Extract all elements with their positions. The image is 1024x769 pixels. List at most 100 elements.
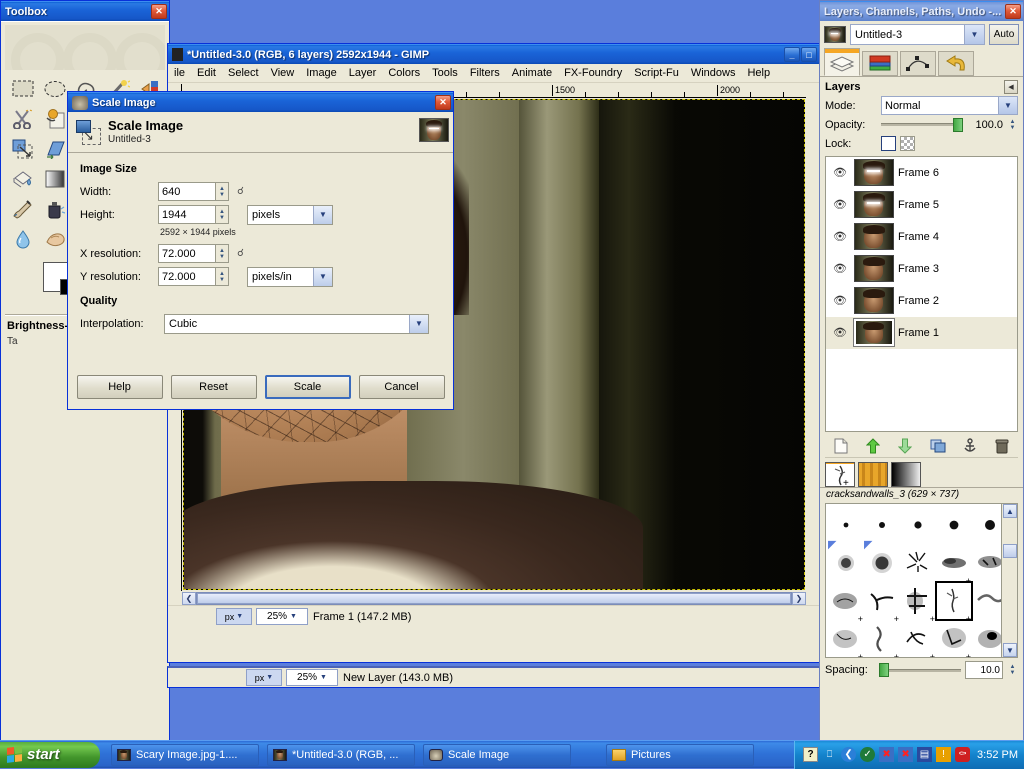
menu-item-colors[interactable]: Colors	[382, 65, 426, 81]
dialog-titlebar[interactable]: Scale Image ✕	[68, 92, 453, 112]
layers-tab[interactable]	[824, 48, 860, 76]
taskbar-item-pictures[interactable]: Pictures	[606, 743, 754, 766]
menu-item-select[interactable]: Select	[222, 65, 265, 81]
brush-grid[interactable]: ◤ ◤ + + + + + + + + + + + +	[825, 503, 1018, 658]
help-button[interactable]: Help	[76, 375, 163, 399]
list-item[interactable]: +	[936, 544, 972, 586]
table-row[interactable]: 👁 Frame 4	[826, 221, 1017, 253]
height-input[interactable]: 1944	[158, 205, 216, 224]
cancel-button[interactable]: Cancel	[358, 375, 445, 399]
scale-tool[interactable]	[7, 134, 39, 164]
width-stepper[interactable]: ▲ ▼	[216, 182, 229, 201]
menu-item-help[interactable]: Help	[741, 65, 776, 81]
list-item[interactable]: +	[828, 582, 864, 624]
zoom-selector-secondary[interactable]: 25% ▼	[286, 669, 338, 686]
list-item[interactable]: +	[936, 620, 972, 657]
network-disconnected-icon[interactable]: ✖	[879, 747, 895, 762]
width-input[interactable]: 640	[158, 182, 216, 201]
close-icon[interactable]: ✕	[435, 95, 451, 110]
size-unit-select[interactable]: pixels ▼	[247, 204, 333, 225]
list-item[interactable]: ◤	[828, 539, 864, 582]
taskbar-item-scary-image[interactable]: Scary Image.jpg-1....	[111, 743, 259, 766]
mode-select[interactable]: Normal ▼	[881, 96, 1018, 115]
interpolation-select[interactable]: Cubic ▼	[164, 313, 429, 334]
image-select[interactable]: Untitled-3 ▼	[850, 24, 985, 45]
table-row[interactable]: 👁 Frame 2	[826, 285, 1017, 317]
security-center-icon[interactable]: ⚰	[955, 747, 971, 762]
x-resolution-stepper[interactable]: ▲ ▼	[216, 244, 229, 263]
raise-layer-button[interactable]	[862, 436, 884, 456]
opacity-stepper[interactable]: ▲ ▼	[1007, 119, 1018, 131]
clock[interactable]: 3:52 PM	[977, 749, 1018, 761]
opacity-slider[interactable]	[881, 117, 963, 132]
menu-item-edit[interactable]: Edit	[191, 65, 222, 81]
unit-selector[interactable]: px ▼	[216, 608, 252, 625]
zoom-selector[interactable]: 25% ▼	[256, 608, 308, 625]
network-activity-icon[interactable]: ⎕	[822, 747, 837, 762]
bucket-fill-tool[interactable]	[7, 164, 39, 194]
height-stepper[interactable]: ▲ ▼	[216, 205, 229, 224]
channels-tab[interactable]	[862, 51, 898, 76]
new-layer-button[interactable]	[830, 436, 852, 456]
list-item[interactable]	[936, 506, 972, 544]
scale-button[interactable]: Scale	[264, 375, 351, 399]
image-window-titlebar[interactable]: *Untitled-3.0 (RGB, 6 layers) 2592x1944 …	[168, 44, 819, 64]
paths-tab[interactable]	[900, 51, 936, 76]
list-item[interactable]: +	[935, 581, 973, 624]
dock-titlebar[interactable]: Layers, Channels, Paths, Undo -... ✕	[820, 1, 1023, 21]
scroll-down-icon[interactable]: ▼	[1003, 643, 1017, 657]
spacing-stepper[interactable]: ▲ ▼	[1007, 664, 1018, 676]
close-icon[interactable]: ✕	[151, 4, 167, 19]
eye-icon[interactable]: 👁	[830, 294, 850, 307]
table-row[interactable]: 👁 Frame 5	[826, 189, 1017, 221]
collapse-icon[interactable]: ◀	[1004, 80, 1018, 94]
menu-item-image[interactable]: Image	[300, 65, 343, 81]
resolution-unit-select[interactable]: pixels/in ▼	[247, 266, 333, 287]
menu-item-tools[interactable]: Tools	[426, 65, 464, 81]
windows-update-icon[interactable]: ▤	[917, 747, 933, 762]
eye-icon[interactable]: 👁	[830, 262, 850, 275]
scroll-up-icon[interactable]: ▲	[1003, 504, 1017, 518]
list-item[interactable]: ◤	[864, 539, 900, 582]
scroll-right-icon[interactable]: ❯	[792, 591, 806, 605]
network-disconnected-2-icon[interactable]: ✖	[898, 747, 914, 762]
spacing-input[interactable]: 10.0	[965, 661, 1003, 679]
menu-item-fx-foundry[interactable]: FX-Foundry	[558, 65, 628, 81]
y-resolution-stepper[interactable]: ▲ ▼	[216, 267, 229, 286]
x-resolution-input[interactable]: 72.000	[158, 244, 216, 263]
unit-selector-secondary[interactable]: px ▼	[246, 669, 282, 686]
toolbox-titlebar[interactable]: Toolbox ✕	[1, 1, 169, 21]
patterns-tab[interactable]	[858, 462, 888, 487]
delete-layer-button[interactable]	[991, 436, 1013, 456]
horizontal-scrollbar[interactable]: ❮ ❯	[182, 591, 806, 605]
spacing-slider[interactable]	[879, 663, 961, 677]
gradients-tab[interactable]	[891, 462, 921, 487]
reset-button[interactable]: Reset	[170, 375, 257, 399]
brush-scrollbar[interactable]: ▲ ▼	[1001, 504, 1017, 657]
brushes-tab[interactable]: +	[825, 462, 855, 487]
menu-item-layer[interactable]: Layer	[343, 65, 383, 81]
duplicate-layer-button[interactable]	[927, 436, 949, 456]
y-resolution-input[interactable]: 72.000	[158, 267, 216, 286]
chain-link-icon[interactable]: ☌	[234, 248, 247, 259]
table-row[interactable]: 👁 Frame 1	[826, 317, 1017, 349]
warning-icon[interactable]: !	[936, 747, 952, 762]
scissors-select-tool[interactable]	[7, 104, 39, 134]
blur-sharpen-tool[interactable]	[7, 224, 39, 254]
list-item[interactable]	[900, 544, 936, 582]
close-icon[interactable]: ✕	[1005, 4, 1021, 19]
antivirus-icon[interactable]: ✓	[860, 747, 876, 762]
eye-icon[interactable]: 👁	[830, 166, 850, 179]
menu-item-file[interactable]: ile	[168, 65, 191, 81]
list-item[interactable]: +	[900, 582, 936, 624]
eye-icon[interactable]: 👁	[830, 230, 850, 243]
maximize-icon[interactable]: □	[801, 47, 817, 62]
menu-item-filters[interactable]: Filters	[464, 65, 506, 81]
menu-item-animate[interactable]: Animate	[506, 65, 558, 81]
show-hidden-icons-icon[interactable]: ❮	[841, 747, 857, 762]
paintbrush-tool[interactable]	[7, 194, 39, 224]
taskbar-item-scale-image[interactable]: Scale Image	[423, 743, 571, 766]
table-row[interactable]: 👁 Frame 6	[826, 157, 1017, 189]
lower-layer-button[interactable]	[894, 436, 916, 456]
help-balloon-icon[interactable]: ?	[803, 747, 819, 762]
